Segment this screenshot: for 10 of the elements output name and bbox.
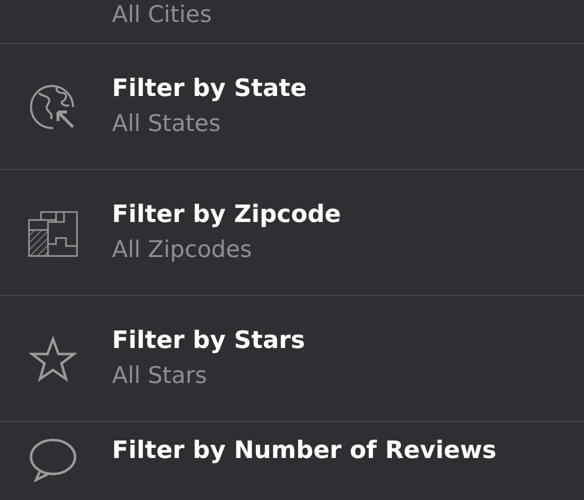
filter-value: All Cities (112, 2, 212, 30)
filter-value: All Zipcodes (112, 237, 254, 265)
filter-title[interactable]: Filter by Stars (112, 326, 306, 356)
filter-title[interactable]: Filter by Number of Reviews (112, 436, 496, 465)
star-icon (29, 336, 77, 382)
speech-bubble-icon (28, 436, 78, 482)
filter-value: All States (112, 111, 222, 139)
filter-title[interactable]: Filter by State (112, 74, 307, 104)
filter-value: All Stars (112, 363, 208, 391)
filter-title[interactable]: Filter by Zipcode (112, 200, 341, 230)
